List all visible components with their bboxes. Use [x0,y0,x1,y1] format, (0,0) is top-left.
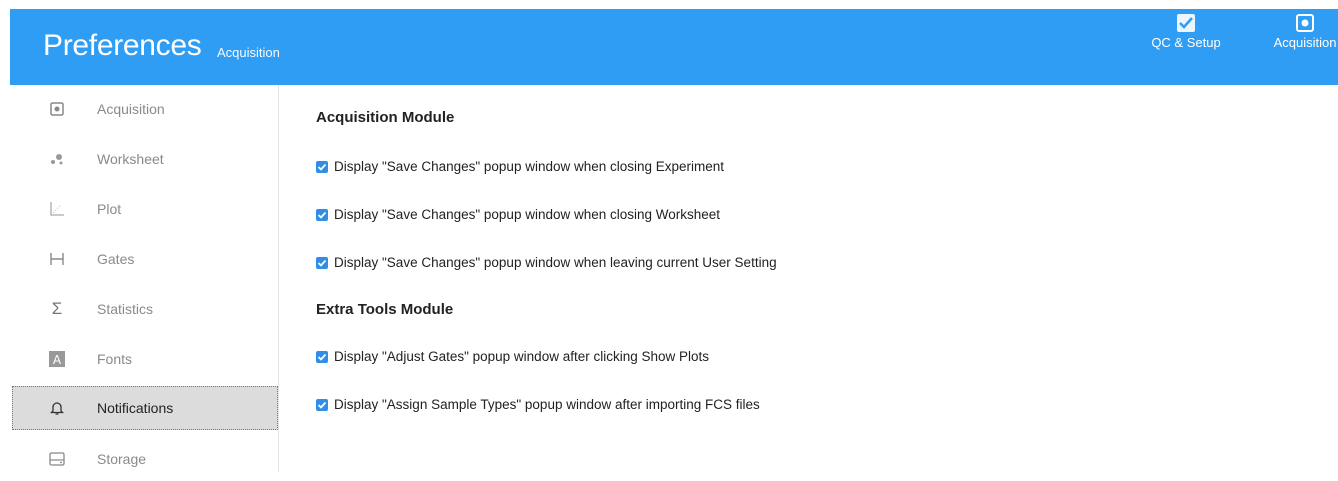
acquisition-icon [47,99,67,119]
section-title-acquisition-module: Acquisition Module [316,109,455,126]
svg-text:A: A [53,353,62,367]
sidebar: Acquisition Worksheet Plot Gates Σ Stati… [12,85,279,472]
qc-setup-button[interactable]: QC & Setup [1146,13,1226,81]
sidebar-item-label: Storage [97,451,147,467]
sidebar-item-label: Acquisition [97,101,165,117]
sidebar-item-label: Worksheet [97,151,164,167]
checkmark-icon [317,259,327,267]
qc-setup-label: QC & Setup [1151,35,1221,50]
option-adjust-gates[interactable]: Display "Adjust Gates" popup window afte… [316,349,709,364]
sigma-icon: Σ [51,299,63,318]
worksheet-icon [47,149,67,169]
checkmark-icon [317,163,327,171]
sidebar-item-label: Statistics [97,301,154,317]
checkbox-checked[interactable] [316,350,328,363]
option-assign-sample-types[interactable]: Display "Assign Sample Types" popup wind… [316,397,760,412]
section-title-extra-tools-module: Extra Tools Module [316,301,454,318]
sidebar-item-label: Fonts [97,351,133,367]
option-label: Display "Save Changes" popup window when… [334,207,721,222]
plot-icon [47,199,67,219]
header-bar: Preferences Acquisition QC & Setup Acqui… [10,9,1338,85]
option-label: Display "Save Changes" popup window when… [334,159,725,174]
option-label: Display "Adjust Gates" popup window afte… [334,349,710,364]
option-save-changes-user-setting[interactable]: Display "Save Changes" popup window when… [316,255,777,270]
sidebar-item-worksheet[interactable]: Worksheet [12,137,278,181]
checkmark-icon [317,353,327,361]
qc-setup-icon [1177,14,1195,32]
checkbox-checked[interactable] [316,208,328,221]
sidebar-item-plot[interactable]: Plot [12,187,278,231]
sidebar-item-gates[interactable]: Gates [12,237,278,281]
sidebar-item-label: Gates [97,251,135,267]
option-label: Display "Assign Sample Types" popup wind… [334,397,760,412]
checkbox-checked[interactable] [316,256,328,269]
checkbox-checked[interactable] [316,398,328,411]
acquisition-icon [1296,14,1314,32]
sidebar-item-fonts[interactable]: A Fonts [12,337,278,381]
sidebar-item-label: Notifications [97,400,174,416]
sidebar-item-statistics[interactable]: Σ Statistics [12,287,278,331]
sidebar-item-storage[interactable]: Storage [12,437,278,481]
option-save-changes-worksheet[interactable]: Display "Save Changes" popup window when… [316,207,720,222]
option-save-changes-experiment[interactable]: Display "Save Changes" popup window when… [316,159,724,174]
storage-icon [47,449,67,469]
page-title: Preferences [43,29,202,62]
acquisition-header-label: Acquisition [1273,35,1337,50]
option-label: Display "Save Changes" popup window when… [334,255,777,270]
checkmark-icon [317,211,327,219]
sidebar-item-notifications[interactable]: Notifications [12,386,278,430]
sidebar-item-label: Plot [97,201,122,217]
sidebar-item-acquisition[interactable]: Acquisition [12,87,278,131]
gates-icon [47,249,67,269]
notifications-panel: Acquisition Module Display "Save Changes… [316,85,1316,465]
checkmark-icon [317,401,327,409]
acquisition-header-button[interactable]: Acquisition [1260,13,1338,81]
checkbox-checked[interactable] [316,160,328,173]
bell-icon [47,398,67,418]
page-subtitle: Acquisition [217,45,280,60]
font-icon: A [47,349,67,369]
